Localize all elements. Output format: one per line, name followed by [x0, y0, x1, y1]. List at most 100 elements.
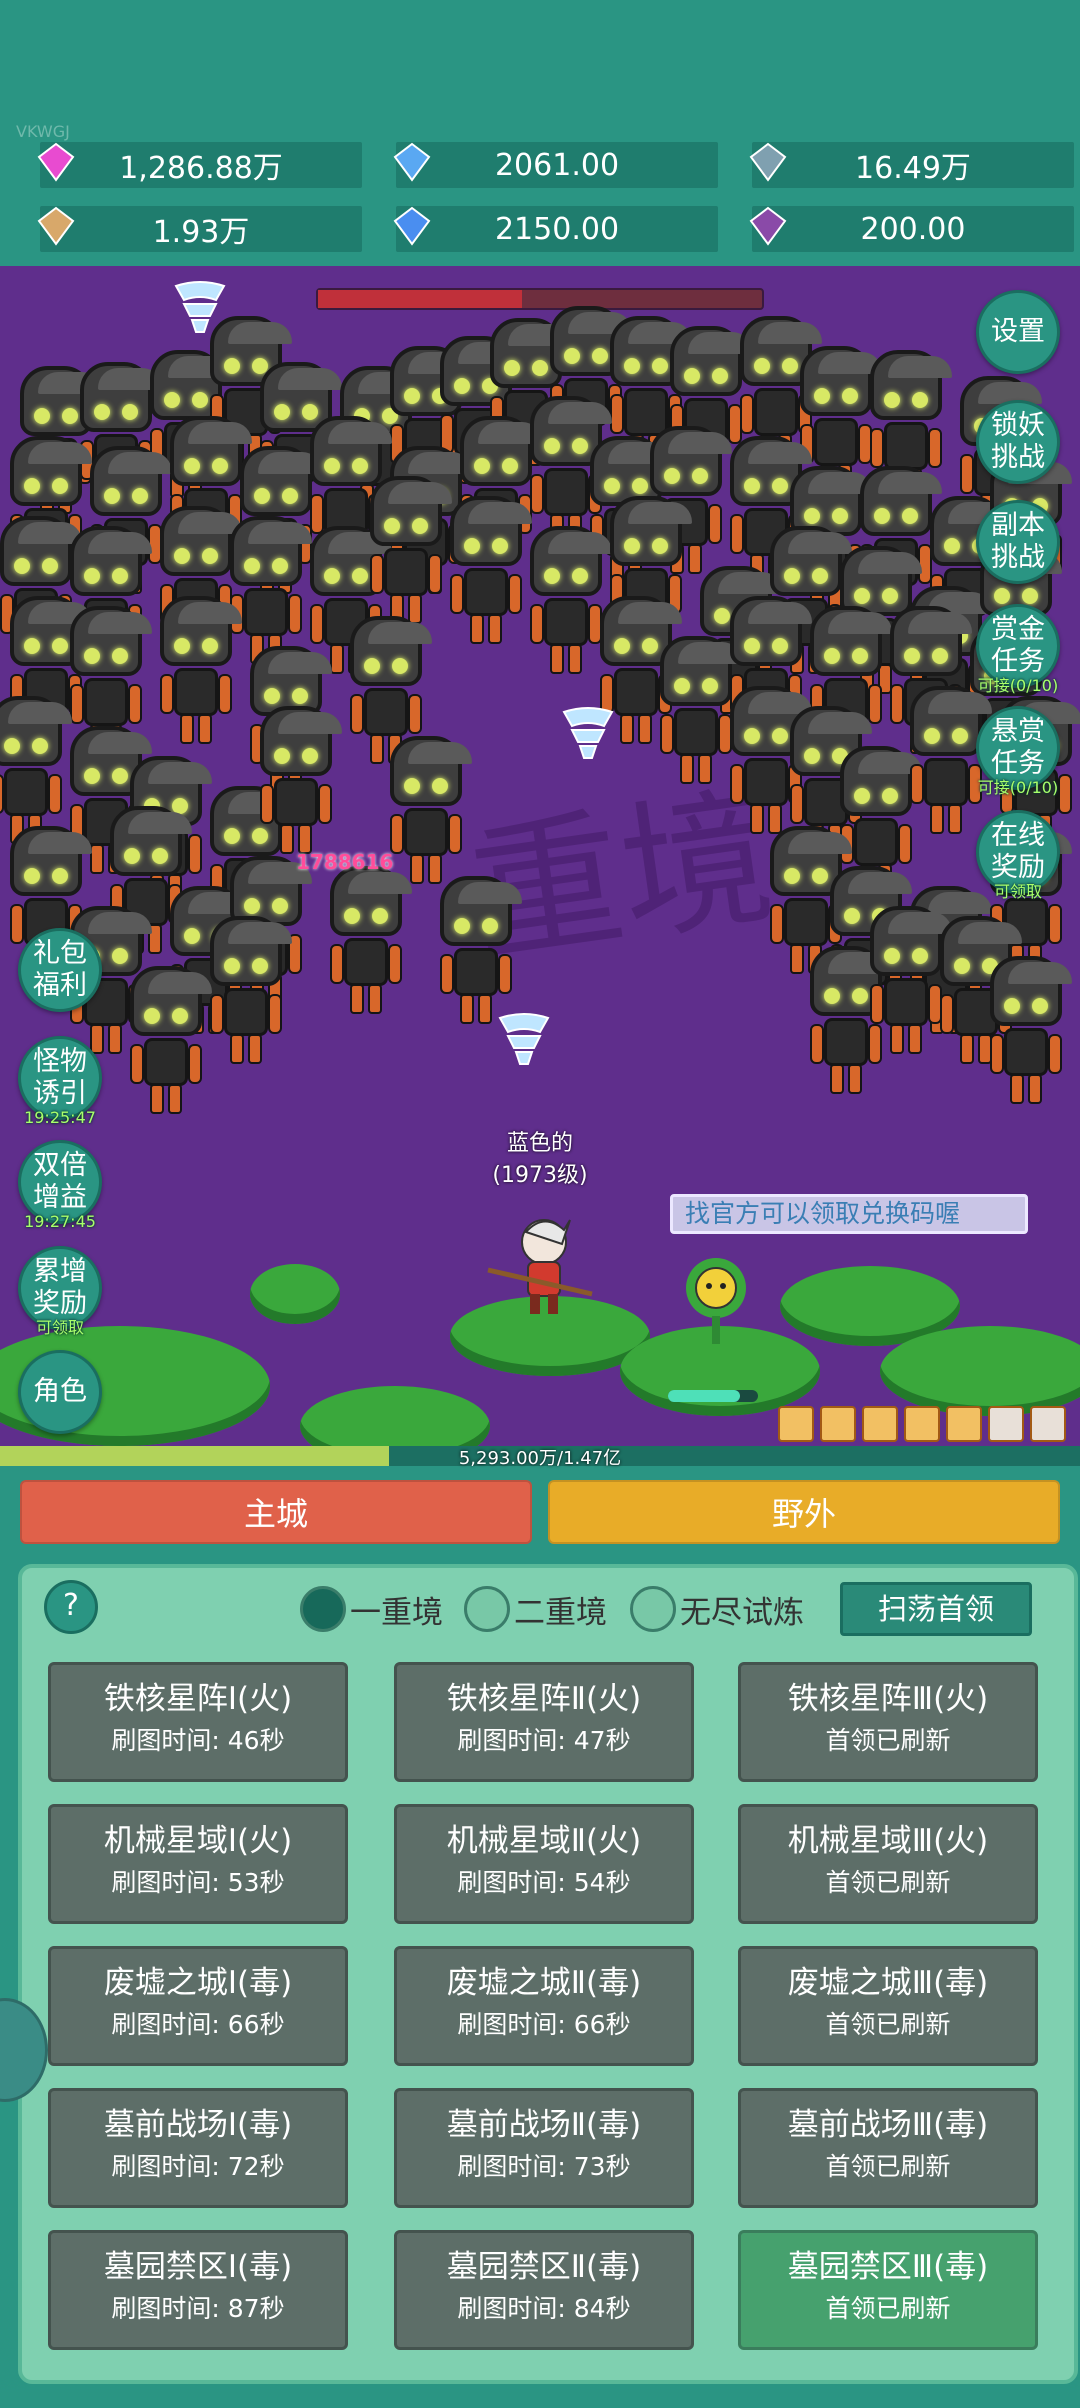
right-menu-button-1[interactable]: 设置	[976, 290, 1060, 374]
stage-title: 废墟之城Ⅱ(毒)	[446, 1965, 642, 2001]
button-label: 双倍 增益	[33, 1150, 87, 1213]
skill-slot-icon[interactable]	[778, 1406, 814, 1442]
left-menu-button-1[interactable]: 礼包 福利	[18, 928, 102, 1012]
skill-slot-icon[interactable]	[1030, 1406, 1066, 1442]
right-menu-button-3[interactable]: 副本 挑战	[976, 500, 1060, 584]
mode-label: 一重境	[350, 1594, 443, 1631]
resource-value: 2061.00	[494, 147, 620, 183]
stage-button-14[interactable]: 墓园禁区Ⅱ(毒) 刷图时间: 84秒	[394, 2230, 694, 2350]
diamond-icon	[30, 136, 82, 188]
stage-panel: ? 一重境 二重境 无尽试炼 扫荡首领 铁核星阵Ⅰ(火) 刷图时间: 46秒 铁核星…	[18, 1564, 1078, 2384]
stage-status: 首领已刷新	[825, 2010, 951, 2039]
button-label: 礼包 福利	[33, 938, 87, 1001]
stage-button-6[interactable]: 机械星域Ⅲ(火) 首领已刷新	[738, 1804, 1038, 1924]
stage-title: 机械星域Ⅲ(火)	[787, 1823, 989, 1859]
skeleton-enemy	[380, 736, 472, 886]
mode-radio-endless-trial[interactable]: 无尽试炼	[630, 1586, 804, 1632]
stage-status: 刷图时间: 47秒	[457, 1726, 631, 1755]
skill-slot-icon[interactable]	[862, 1406, 898, 1442]
stage-status: 刷图时间: 87秒	[111, 2294, 285, 2323]
stage-status: 首领已刷新	[825, 1868, 951, 1897]
stage-button-11[interactable]: 墓前战场Ⅱ(毒) 刷图时间: 73秒	[394, 2088, 694, 2208]
skill-slot-icon[interactable]	[904, 1406, 940, 1442]
stage-title: 墓园禁区Ⅰ(毒)	[103, 2249, 293, 2285]
stage-status: 刷图时间: 84秒	[457, 2294, 631, 2323]
hero-label: 蓝色的 (1973级)	[480, 1128, 600, 1192]
bush	[250, 1264, 340, 1324]
help-button[interactable]: ?	[44, 1580, 98, 1634]
stage-title: 墓园禁区Ⅱ(毒)	[446, 2249, 642, 2285]
stage-title: 墓前战场Ⅲ(毒)	[787, 2107, 989, 2143]
button-label: 设置	[991, 316, 1045, 347]
resource-3: 16.49万	[749, 142, 1074, 188]
skeleton-enemy	[250, 706, 342, 856]
mode-radio-first-realm[interactable]: 一重境	[300, 1586, 443, 1632]
stage-status: 首领已刷新	[825, 2294, 951, 2323]
resource-value: 2150.00	[494, 211, 620, 247]
stage-title: 废墟之城Ⅰ(毒)	[103, 1965, 293, 2001]
button-label: 怪物 诱引	[33, 1046, 87, 1109]
stage-title: 墓前战场Ⅱ(毒)	[446, 2107, 642, 2143]
resource-value: 1,286.88万	[119, 151, 283, 186]
radio-dot-icon	[300, 1586, 346, 1632]
left-menu-button-5[interactable]: 角色	[18, 1350, 102, 1434]
tab-main-city[interactable]: 主城	[20, 1480, 532, 1544]
tab-wild[interactable]: 野外	[548, 1480, 1060, 1544]
boss-hp-fill	[318, 290, 523, 308]
skill-slot-icon[interactable]	[946, 1406, 982, 1442]
button-label: 赏金 任务	[991, 614, 1045, 677]
right-menu-button-4[interactable]: 赏金 任务 可接(0/10)	[976, 604, 1060, 695]
stage-button-8[interactable]: 废墟之城Ⅱ(毒) 刷图时间: 66秒	[394, 1946, 694, 2066]
bush	[880, 1326, 1080, 1416]
button-label: 锁妖 挑战	[991, 410, 1045, 473]
right-menu-button-5[interactable]: 悬赏 任务 可接(0/10)	[976, 706, 1060, 797]
stage-title: 机械星域Ⅰ(火)	[103, 1823, 293, 1859]
stage-status: 刷图时间: 73秒	[457, 2152, 631, 2181]
pet-hp-bar	[668, 1390, 758, 1402]
blue-orb-icon	[386, 136, 438, 188]
stage-status: 刷图时间: 72秒	[111, 2152, 285, 2181]
stage-button-5[interactable]: 机械星域Ⅱ(火) 刷图时间: 54秒	[394, 1804, 694, 1924]
resource-6: 200.00	[749, 206, 1074, 252]
resource-value: 200.00	[860, 211, 966, 247]
stage-status: 首领已刷新	[825, 2152, 951, 2181]
tornado-skill-icon	[174, 281, 226, 333]
stage-button-1[interactable]: 铁核星阵Ⅰ(火) 刷图时间: 46秒	[48, 1662, 348, 1782]
skill-slot-icon[interactable]	[820, 1406, 856, 1442]
stage-status: 刷图时间: 66秒	[457, 2010, 631, 2039]
skill-slot-icon[interactable]	[988, 1406, 1024, 1442]
button-status: 19:27:45	[24, 1212, 96, 1231]
stage-button-7[interactable]: 废墟之城Ⅰ(毒) 刷图时间: 66秒	[48, 1946, 348, 2066]
stage-button-10[interactable]: 墓前战场Ⅰ(毒) 刷图时间: 72秒	[48, 2088, 348, 2208]
sweep-boss-button[interactable]: 扫荡首领	[840, 1582, 1032, 1636]
left-menu-button-4[interactable]: 累增 奖励 可领取	[18, 1246, 102, 1337]
skeleton-enemy	[360, 476, 452, 626]
stage-button-9[interactable]: 废墟之城Ⅲ(毒) 首领已刷新	[738, 1946, 1038, 2066]
globe-icon	[742, 136, 794, 188]
stage-button-2[interactable]: 铁核星阵Ⅱ(火) 刷图时间: 47秒	[394, 1662, 694, 1782]
left-menu-button-3[interactable]: 双倍 增益 19:27:45	[18, 1140, 102, 1231]
resource-1: 1,286.88万	[37, 142, 362, 188]
button-status: 可领取	[35, 1318, 85, 1337]
right-menu-button-6[interactable]: 在线 奖励 可领取	[976, 810, 1060, 901]
chat-bubble: 找官方可以领取兑换码喔	[670, 1194, 1028, 1234]
battle-area: 重境 1788616 蓝色的 (1973级) 找官方可以领取兑换码喔	[0, 266, 1080, 1446]
button-label: 在线 奖励	[991, 820, 1045, 883]
stage-button-3[interactable]: 铁核星阵Ⅲ(火) 首领已刷新	[738, 1662, 1038, 1782]
button-status: 可接(0/10)	[977, 778, 1059, 797]
ice-crystal-icon	[386, 200, 438, 252]
sunflower-pet	[686, 1258, 746, 1344]
left-menu-button-2[interactable]: 怪物 诱引 19:25:47	[18, 1036, 102, 1127]
stage-title: 铁核星阵Ⅰ(火)	[103, 1681, 293, 1717]
button-label: 角色	[33, 1376, 87, 1407]
skeleton-enemy	[200, 916, 292, 1066]
stage-button-12[interactable]: 墓前战场Ⅲ(毒) 首领已刷新	[738, 2088, 1038, 2208]
hero-level: (1973级)	[492, 1163, 588, 1188]
stage-button-13[interactable]: 墓园禁区Ⅰ(毒) 刷图时间: 87秒	[48, 2230, 348, 2350]
right-menu-button-2[interactable]: 锁妖 挑战	[976, 400, 1060, 484]
radio-dot-icon	[464, 1586, 510, 1632]
stage-button-4[interactable]: 机械星域Ⅰ(火) 刷图时间: 53秒	[48, 1804, 348, 1924]
mode-radio-second-realm[interactable]: 二重境	[464, 1586, 607, 1632]
button-status: 19:25:47	[24, 1108, 96, 1127]
stage-button-15[interactable]: 墓园禁区Ⅲ(毒) 首领已刷新	[738, 2230, 1038, 2350]
